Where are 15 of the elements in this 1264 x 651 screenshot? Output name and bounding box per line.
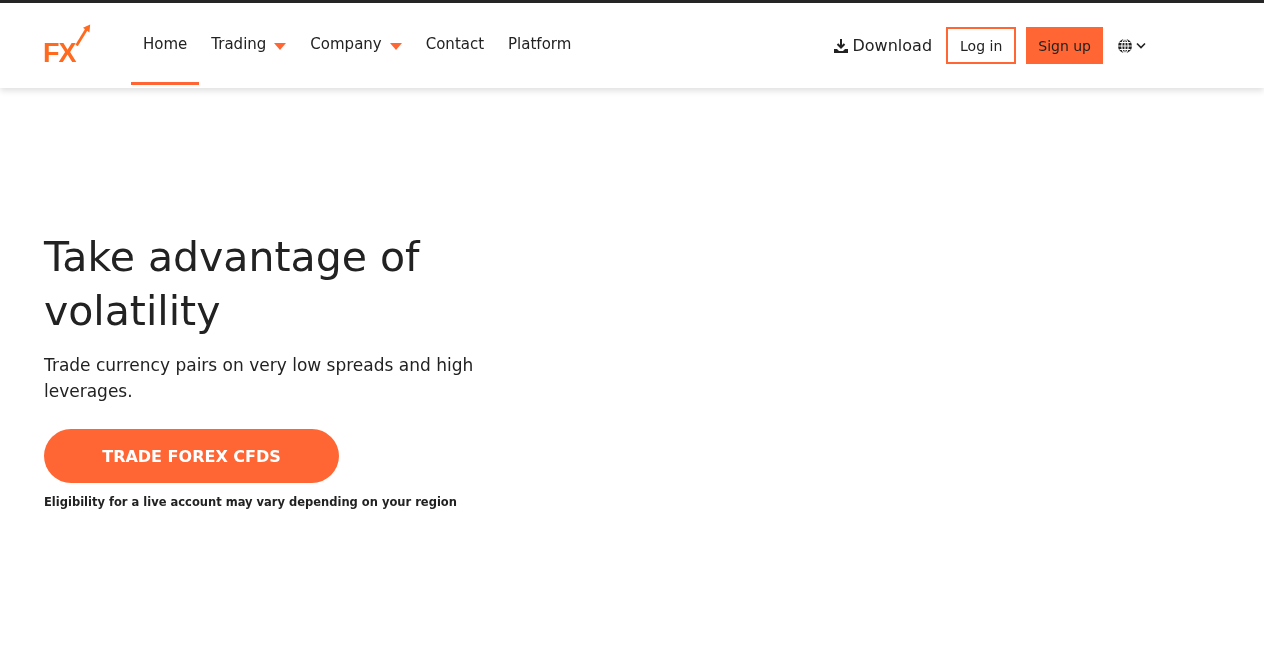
hero-subtitle: Trade currency pairs on very low spreads and high leverages. <box>44 354 475 403</box>
nav-link[interactable]: Trading <box>199 6 299 85</box>
download-icon <box>832 37 849 54</box>
globe-icon <box>1117 37 1133 54</box>
eligibility-note: Eligibility for a live account may vary depending on your region <box>44 495 458 509</box>
download-link[interactable]: Download <box>832 36 933 55</box>
nav-link[interactable]: Contact <box>413 6 497 85</box>
signup-button[interactable]: Sign up <box>1026 27 1103 64</box>
nav-link[interactable]: Platform <box>496 6 584 85</box>
chevron-icon <box>1136 42 1146 49</box>
nav-link[interactable]: Company <box>298 6 414 85</box>
nav-link[interactable]: Home <box>131 6 200 85</box>
language-selector[interactable] <box>1117 37 1146 54</box>
login-button[interactable]: Log in <box>946 27 1017 64</box>
hero-heading: Take advantage of volatility <box>44 232 422 337</box>
